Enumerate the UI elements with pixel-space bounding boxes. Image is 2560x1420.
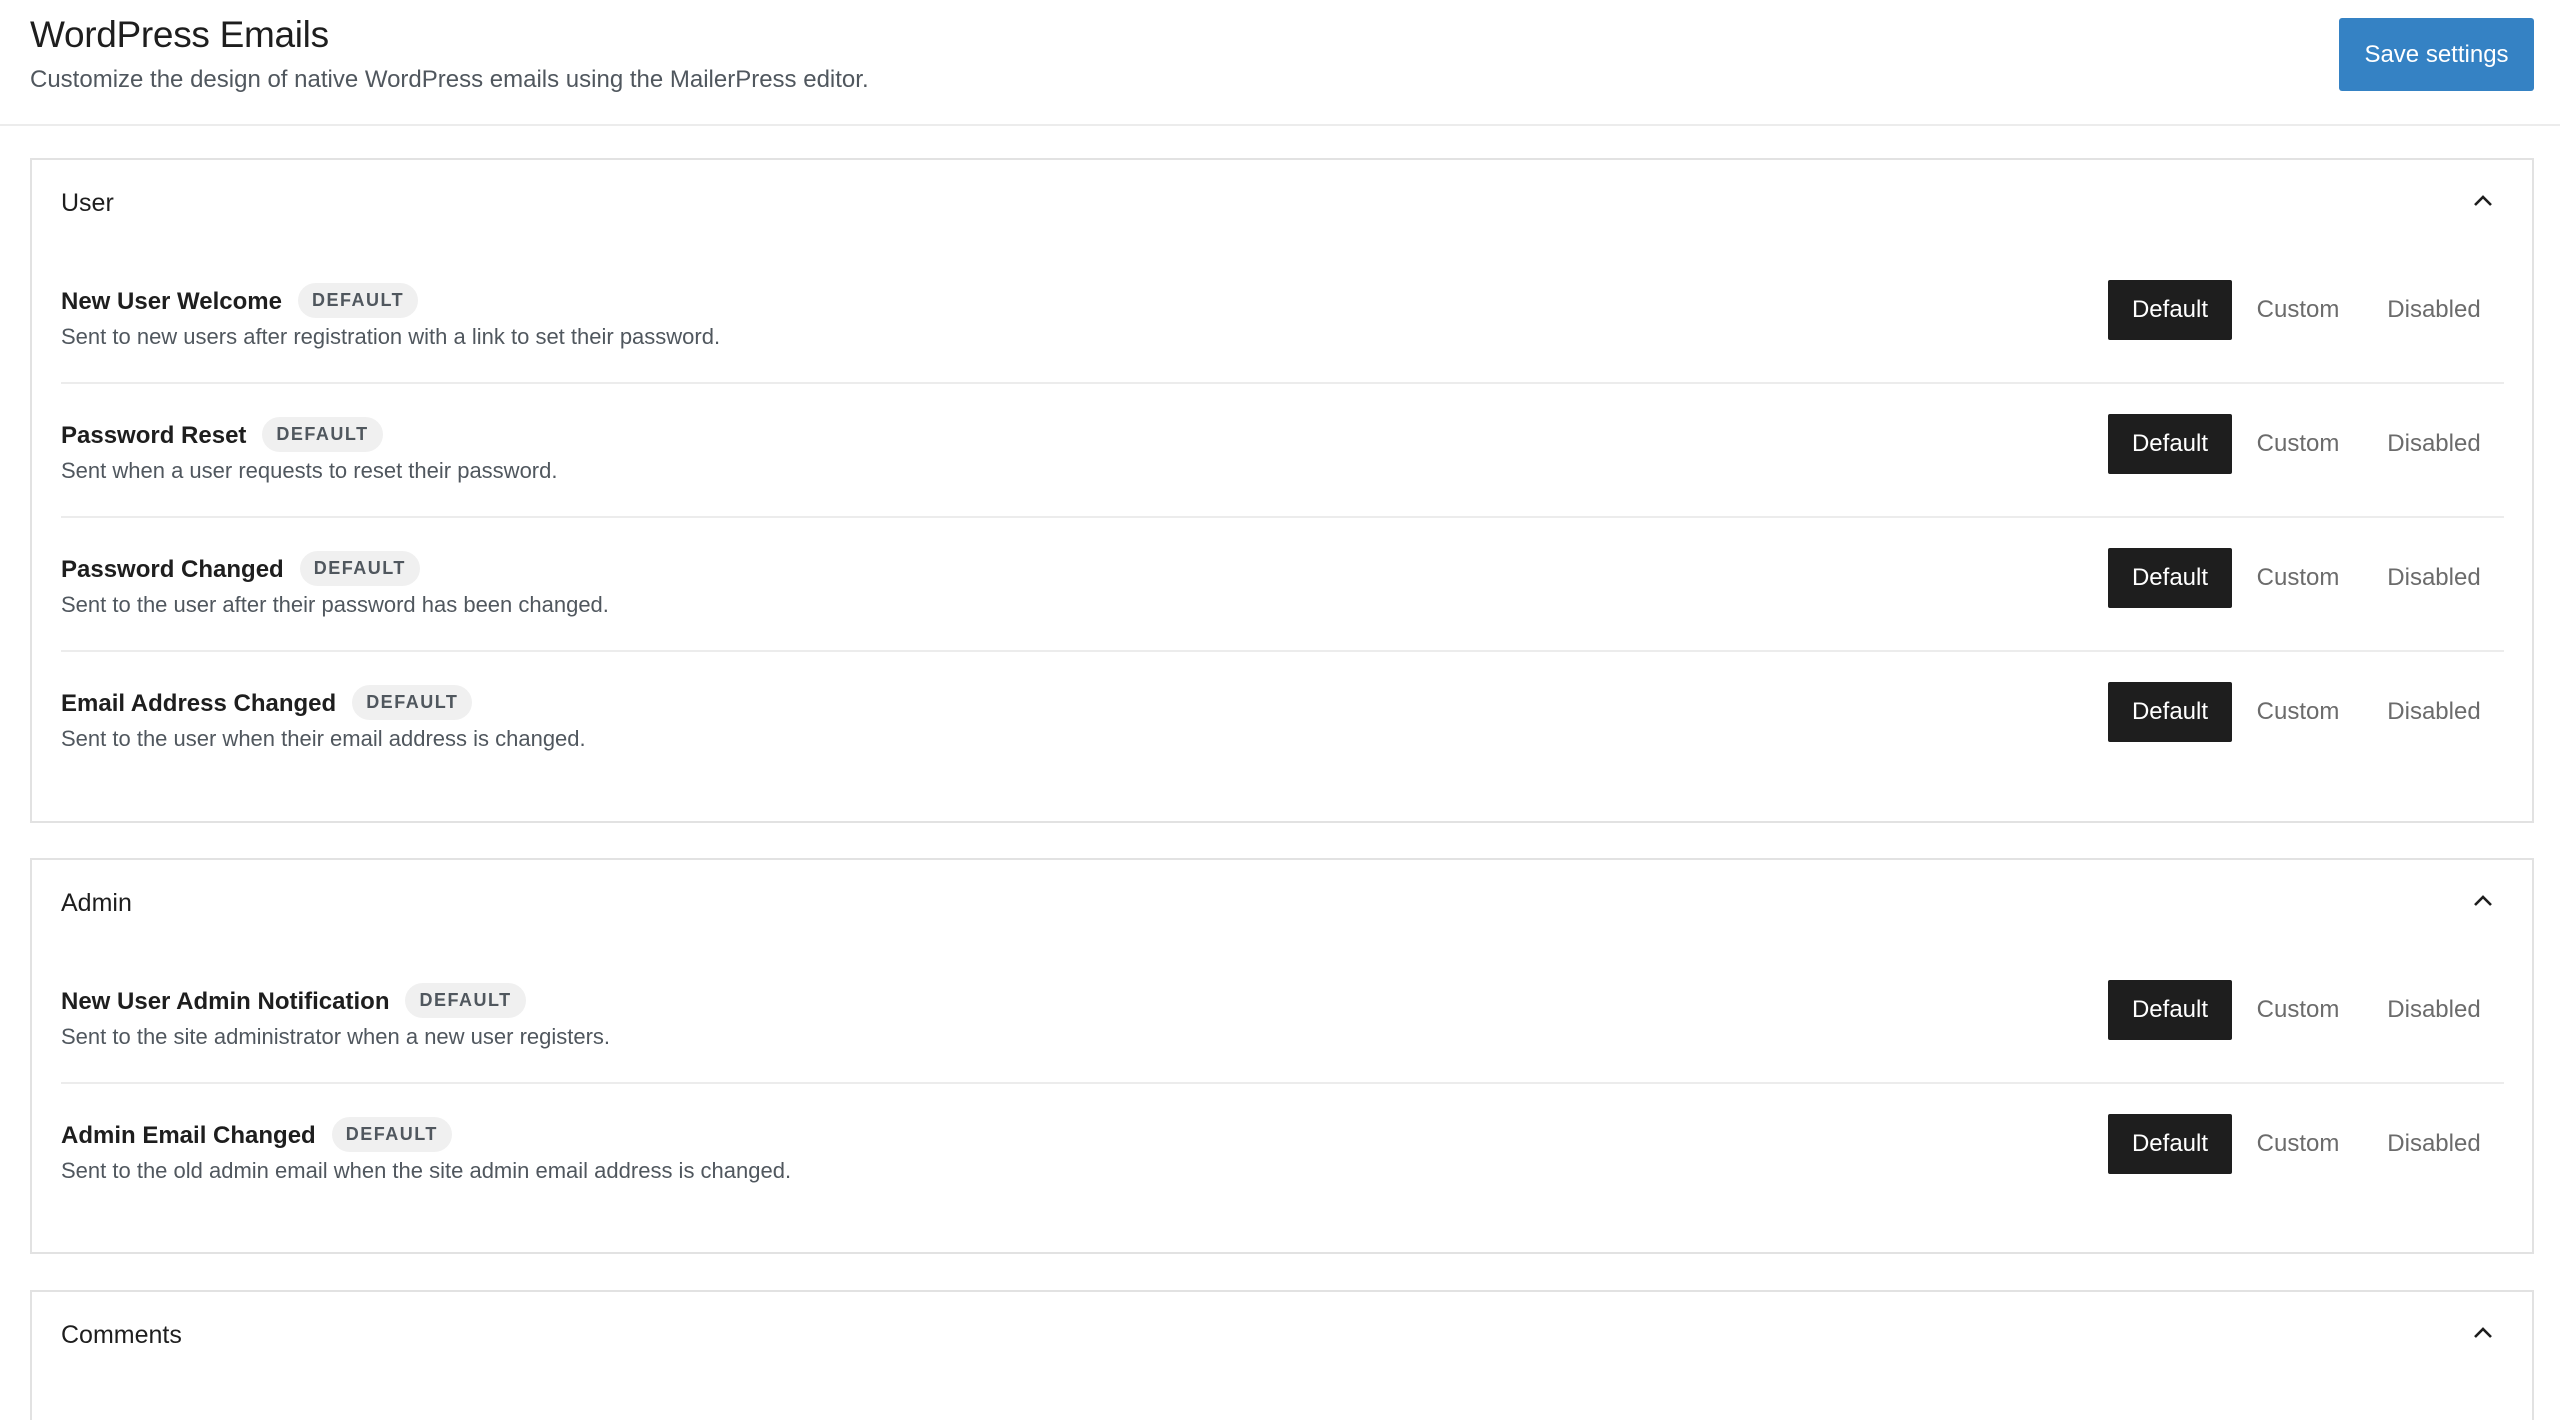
status-badge: DEFAULT (299, 551, 420, 586)
email-description: Sent when a user requests to reset their… (61, 458, 558, 483)
mode-custom-button[interactable]: Custom (2232, 682, 2364, 742)
section-user: User New User Welcome DEFAULT Sent to new … (30, 158, 2534, 823)
section-header-admin[interactable]: Admin (32, 860, 2532, 948)
section-header-comments[interactable]: Comments (32, 1292, 2532, 1380)
page-header: WordPress Emails Customize the design of… (0, 0, 2560, 126)
page-title: WordPress Emails (30, 14, 329, 55)
section-header-user[interactable]: User (32, 160, 2532, 248)
email-title: Email Address Changed DEFAULT (61, 685, 473, 720)
mode-disabled-button[interactable]: Disabled (2364, 414, 2504, 474)
section-title: Comments (61, 1321, 182, 1349)
mode-default-button[interactable]: Default (2108, 1114, 2232, 1174)
mode-segmented-control: Default Custom Disabled (2108, 1114, 2504, 1174)
mode-segmented-control: Default Custom Disabled (2108, 280, 2504, 340)
email-title: Admin Email Changed DEFAULT (61, 1117, 452, 1152)
email-description: Sent to the old admin email when the sit… (61, 1158, 792, 1183)
email-title-text: Admin Email Changed (61, 1122, 316, 1149)
email-title: New User Welcome DEFAULT (61, 283, 419, 318)
email-title-text: Password Changed (61, 556, 284, 583)
status-badge: DEFAULT (297, 283, 419, 318)
status-badge: DEFAULT (331, 1117, 452, 1152)
mode-custom-button[interactable]: Custom (2232, 280, 2364, 340)
email-row-admin-email-changed: Admin Email Changed DEFAULT Sent to the ol… (61, 1082, 2504, 1216)
email-title-text: Password Reset (61, 422, 247, 449)
page-subtitle: Customize the design of native WordPress… (30, 66, 869, 93)
section-admin: Admin New User Admin Notification DEFAULT… (30, 858, 2534, 1254)
mode-segmented-control: Default Custom Disabled (2108, 682, 2504, 742)
email-title-text: New User Welcome (61, 288, 282, 315)
section-title: Admin (61, 889, 132, 917)
mode-default-button[interactable]: Default (2108, 414, 2232, 474)
mode-disabled-button[interactable]: Disabled (2364, 280, 2504, 340)
email-description: Sent to the user after their password ha… (61, 592, 609, 617)
chevron-up-icon[interactable] (2472, 1322, 2494, 1344)
mode-disabled-button[interactable]: Disabled (2364, 548, 2504, 608)
email-description: Sent to new users after registration wit… (61, 324, 721, 349)
mode-custom-button[interactable]: Custom (2232, 414, 2364, 474)
email-row-new-user-admin-notification: New User Admin Notification DEFAULT Sent t… (61, 948, 2504, 1084)
email-row-email-address-changed: Email Address Changed DEFAULT Sent to the … (61, 650, 2504, 784)
mode-segmented-control: Default Custom Disabled (2108, 414, 2504, 474)
section-title: User (61, 189, 114, 217)
mode-default-button[interactable]: Default (2108, 280, 2232, 340)
email-title-text: New User Admin Notification (61, 988, 390, 1015)
mode-custom-button[interactable]: Custom (2232, 980, 2364, 1040)
chevron-up-icon[interactable] (2472, 190, 2494, 212)
status-badge: DEFAULT (405, 983, 526, 1018)
mode-segmented-control: Default Custom Disabled (2108, 548, 2504, 608)
email-description: Sent to the site administrator when a ne… (61, 1024, 611, 1049)
email-title-text: Email Address Changed (61, 690, 337, 717)
email-row-new-user-welcome: New User Welcome DEFAULT Sent to new users… (61, 248, 2504, 384)
email-title: Password Reset DEFAULT (61, 417, 383, 452)
mode-disabled-button[interactable]: Disabled (2364, 1114, 2504, 1174)
email-title: Password Changed DEFAULT (61, 551, 420, 586)
mode-default-button[interactable]: Default (2108, 548, 2232, 608)
email-row-password-changed: Password Changed DEFAULT Sent to the user … (61, 516, 2504, 652)
mode-custom-button[interactable]: Custom (2232, 1114, 2364, 1174)
mode-segmented-control: Default Custom Disabled (2108, 980, 2504, 1040)
status-badge: DEFAULT (352, 685, 473, 720)
status-badge: DEFAULT (262, 417, 383, 452)
email-row-password-reset: Password Reset DEFAULT Sent when a user re… (61, 382, 2504, 518)
mode-custom-button[interactable]: Custom (2232, 548, 2364, 608)
chevron-up-icon[interactable] (2472, 890, 2494, 912)
mode-default-button[interactable]: Default (2108, 682, 2232, 742)
mode-disabled-button[interactable]: Disabled (2364, 980, 2504, 1040)
mode-disabled-button[interactable]: Disabled (2364, 682, 2504, 742)
section-comments: Comments (30, 1290, 2534, 1420)
mode-default-button[interactable]: Default (2108, 980, 2232, 1040)
save-settings-button[interactable]: Save settings (2339, 18, 2534, 91)
email-title: New User Admin Notification DEFAULT (61, 983, 526, 1018)
email-description: Sent to the user when their email addres… (61, 726, 586, 751)
